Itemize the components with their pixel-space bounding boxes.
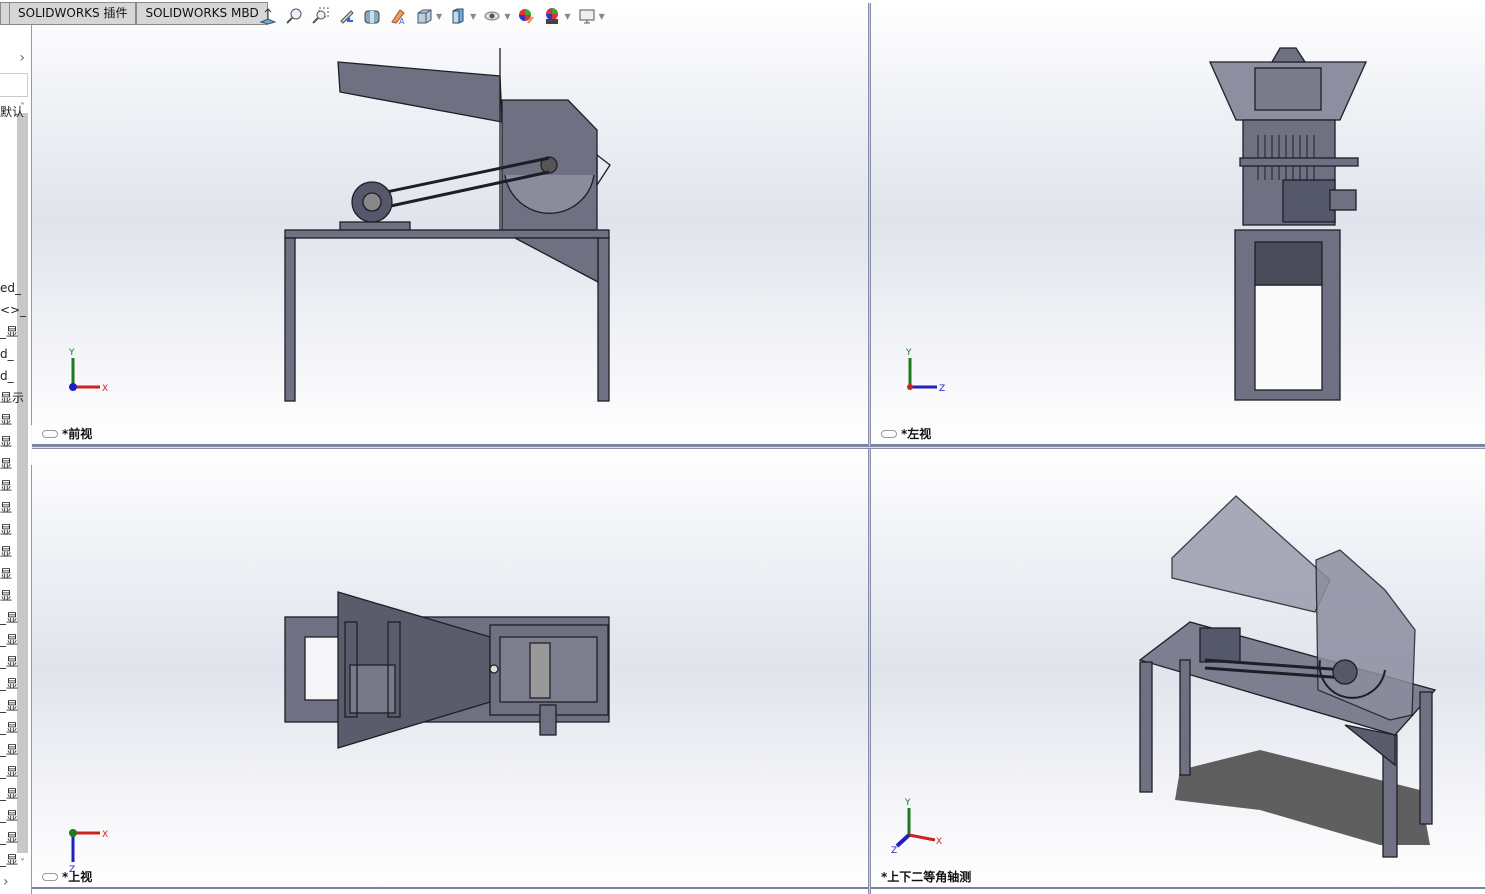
right-leg [597, 237, 610, 402]
normal-to-icon[interactable] [258, 6, 278, 26]
axis-triad: Y Z [905, 348, 945, 394]
left-view-model: Y Z [905, 47, 1368, 401]
dropdown-arrow-icon[interactable]: ▼ [504, 12, 510, 21]
link-views-icon[interactable] [42, 872, 58, 881]
feature-tree-item[interactable]: d_ [0, 369, 14, 383]
feature-manager-panel: › ˄ 默认 ed_ <>_ _显 d_ d_ 显示显显显显显显显显显 _显 _显 _显 _显 _显 _… [0, 25, 32, 894]
feature-tree-item[interactable]: _显 [0, 721, 18, 735]
svg-text:Y: Y [904, 798, 911, 808]
feature-tree-item[interactable]: _显 [0, 677, 18, 691]
feature-tree-item[interactable]: _显 [0, 633, 18, 647]
feature-tree-item[interactable]: _显 [0, 325, 18, 339]
svg-text:Z: Z [891, 846, 897, 856]
feature-tree-item[interactable]: 显 [0, 479, 12, 493]
heads-up-view-toolbar: A ▼ ▼ ▼ ▼ ▼ [258, 5, 605, 27]
brace [514, 237, 599, 284]
viewport-top[interactable]: X Z *上视 [32, 449, 868, 889]
viewport-label[interactable]: *左视 [881, 425, 931, 442]
feature-tree-item[interactable]: 显 [0, 457, 12, 471]
feature-tree-item[interactable]: 默认 [0, 105, 24, 119]
hopper [1171, 495, 1331, 613]
viewport-label[interactable]: *上视 [42, 868, 92, 885]
panel-filter-box[interactable] [0, 73, 28, 97]
table-top [284, 229, 610, 239]
feature-tree-item[interactable]: _显 [0, 743, 18, 757]
left-leg [284, 237, 296, 402]
viewport-front[interactable]: Y X *前视 [32, 3, 868, 446]
feature-tree-item[interactable]: 显 [0, 589, 12, 603]
zoom-to-fit-icon[interactable] [284, 6, 304, 26]
viewport-label[interactable]: *上下二等角轴测 [881, 868, 971, 885]
feature-tree-item[interactable]: _显 [0, 831, 18, 845]
viewport-label[interactable]: *前视 [42, 425, 92, 442]
section-view-icon[interactable] [362, 6, 382, 26]
feature-tree-item[interactable]: 显 [0, 435, 12, 449]
front-view-model: Y X [68, 48, 611, 402]
display-style-icon[interactable] [448, 6, 468, 26]
viewport-horizontal-splitter[interactable] [32, 446, 1485, 449]
expand-panel-chevron-icon[interactable]: › [0, 47, 30, 69]
axis-triad: Y X Z [891, 798, 942, 856]
dropdown-arrow-icon[interactable]: ▼ [599, 12, 605, 21]
motor [1199, 627, 1241, 663]
svg-text:Z: Z [939, 384, 945, 394]
svg-text:X: X [936, 837, 942, 847]
feature-tree-item[interactable]: _显 [0, 699, 18, 713]
apply-scene-icon[interactable] [542, 6, 562, 26]
hopper [337, 61, 503, 123]
svg-text:A: A [399, 17, 405, 25]
feature-tree-item[interactable]: <>_ [0, 303, 26, 317]
viewport-left[interactable]: Y Z *左视 [871, 3, 1485, 446]
svg-text:X: X [102, 830, 108, 840]
feature-tree-item[interactable]: 显 [0, 567, 12, 581]
command-manager-tabs: SOLIDWORKS 插件 SOLIDWORKS MBD [0, 0, 268, 25]
dropdown-arrow-icon[interactable]: ▼ [564, 12, 570, 21]
link-views-icon[interactable] [42, 429, 58, 438]
feature-tree-item[interactable]: _显 [0, 611, 18, 625]
feature-tree-item[interactable]: 显 [0, 413, 12, 427]
feature-tree-item[interactable]: 显 [0, 545, 12, 559]
motor [1282, 179, 1336, 223]
panel-scrollbar[interactable] [17, 113, 28, 853]
dropdown-arrow-icon[interactable]: ▼ [436, 12, 442, 21]
tab-hidden[interactable] [0, 2, 9, 25]
feature-tree-item[interactable]: _显 [0, 809, 18, 823]
previous-view-icon[interactable] [336, 6, 356, 26]
dropdown-arrow-icon[interactable]: ▼ [470, 12, 476, 21]
feature-tree-item[interactable]: _显 [0, 655, 18, 669]
dynamic-annotation-icon[interactable]: A [388, 6, 408, 26]
svg-text:X: X [102, 384, 108, 394]
feature-tree-item[interactable]: d_ [0, 347, 14, 361]
svg-text:Y: Y [905, 348, 912, 358]
feature-tree-item[interactable]: 显 [0, 501, 12, 515]
edit-appearance-icon[interactable] [516, 6, 536, 26]
tab-solidworks-mbd[interactable]: SOLIDWORKS MBD [136, 2, 268, 25]
view-settings-icon[interactable] [577, 6, 597, 26]
feature-tree-item[interactable]: _显 [0, 787, 18, 801]
isometric-view-model: Y X Z [891, 495, 1437, 858]
top-view-model: X Z [69, 591, 610, 875]
svg-text:Y: Y [68, 348, 75, 358]
feature-tree-item[interactable]: ed_ [0, 281, 21, 295]
feature-tree-item[interactable]: 显示 [0, 391, 24, 405]
tab-solidworks-addins[interactable]: SOLIDWORKS 插件 [9, 2, 137, 25]
axis-triad: Y X [68, 348, 108, 394]
view-orientation-icon[interactable] [414, 6, 434, 26]
expand-bottom-chevron-icon[interactable]: › [0, 871, 30, 893]
feature-tree-item[interactable]: 显 [0, 523, 12, 537]
link-views-icon[interactable] [881, 429, 897, 438]
zoom-to-area-icon[interactable] [310, 6, 330, 26]
hide-show-items-icon[interactable] [482, 6, 502, 26]
viewport-isometric[interactable]: Y X Z *上下二等角轴测 [871, 449, 1485, 889]
feature-tree-item[interactable]: _显 [0, 765, 18, 779]
